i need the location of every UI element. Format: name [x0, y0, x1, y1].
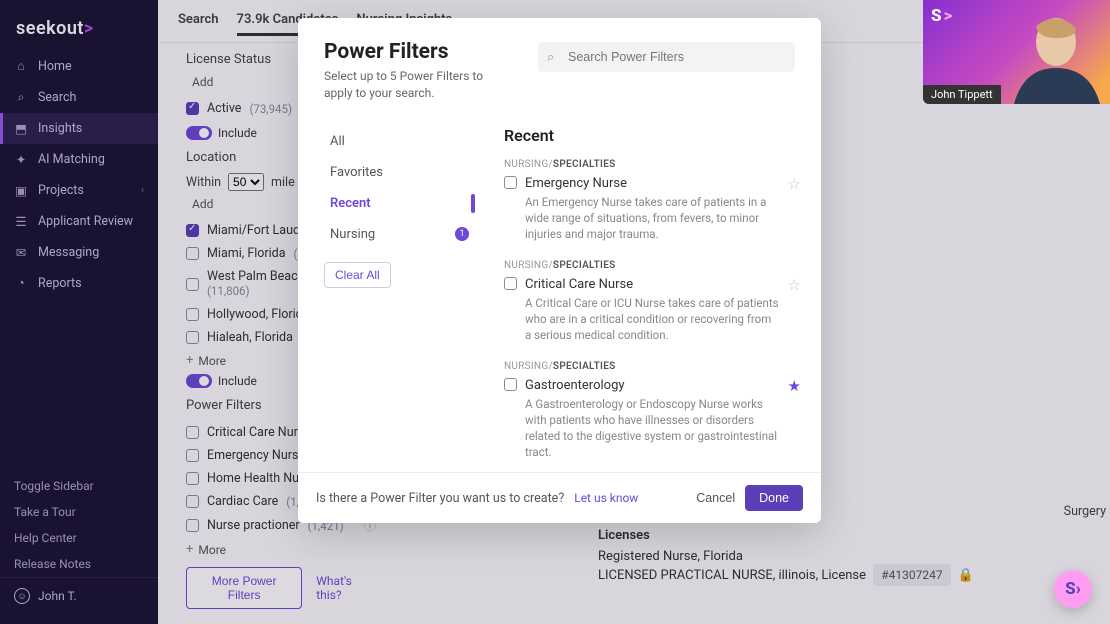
search-icon: ⌕ — [547, 50, 554, 65]
cat-all[interactable]: All — [324, 126, 475, 157]
done-button[interactable]: Done — [745, 485, 803, 511]
footer-question: Is there a Power Filter you want us to c… — [316, 491, 564, 506]
modal-footer: Is there a Power Filter you want us to c… — [298, 472, 821, 523]
star-icon[interactable]: ☆ — [788, 175, 801, 193]
cat-favorites[interactable]: Favorites — [324, 157, 475, 188]
star-icon[interactable]: ★ — [788, 377, 801, 395]
presenter-overlay: S> John Tippett — [923, 0, 1110, 104]
modal-subtitle: Select up to 5 Power Filters to apply to… — [324, 68, 514, 102]
modal-title: Power Filters — [324, 40, 514, 64]
checkbox-icon[interactable] — [504, 378, 517, 391]
filter-crumb: NURSING/SPECIALTIES — [504, 260, 801, 271]
power-filters-modal: Power Filters Select up to 5 Power Filte… — [298, 18, 821, 523]
cat-nursing[interactable]: Nursing 1 — [324, 219, 475, 250]
filter-crumb: NURSING/SPECIALTIES — [504, 361, 801, 372]
modal-filter-list: Recent NURSING/SPECIALTIES Emergency Nur… — [486, 112, 821, 472]
filter-crumb: NURSING/SPECIALTIES — [504, 159, 801, 170]
presenter-silhouette — [994, 8, 1104, 104]
star-icon[interactable]: ☆ — [788, 276, 801, 294]
checkbox-icon[interactable] — [504, 176, 517, 189]
clear-all-button[interactable]: Clear All — [324, 262, 391, 288]
let-us-know-link[interactable]: Let us know — [574, 491, 638, 505]
cancel-button[interactable]: Cancel — [696, 491, 735, 505]
checkbox-icon[interactable] — [504, 277, 517, 290]
filter-emergency-nurse[interactable]: Emergency NurseAn Emergency Nurse takes … — [504, 174, 801, 252]
modal-category-list: All Favorites Recent Nursing 1 Clear All — [298, 112, 486, 472]
presenter-logo: S> — [931, 6, 952, 26]
category-count-badge: 1 — [455, 227, 469, 241]
help-fab[interactable]: S› — [1054, 570, 1092, 608]
filter-list-heading: Recent — [504, 126, 801, 145]
filter-critical-care[interactable]: Critical Care NurseA Critical Care or IC… — [504, 275, 801, 353]
power-filter-search-input[interactable] — [538, 42, 795, 72]
presenter-name: John Tippett — [923, 85, 1001, 104]
filter-gastroenterology[interactable]: GastroenterologyA Gastroenterology or En… — [504, 376, 801, 470]
cat-recent[interactable]: Recent — [324, 188, 475, 219]
